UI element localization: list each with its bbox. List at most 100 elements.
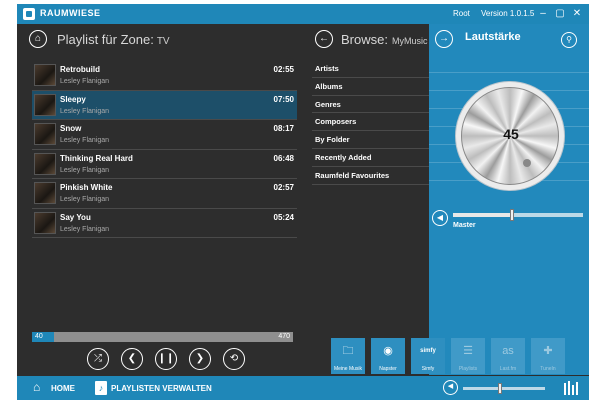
source-label: Meine Musik [333, 366, 363, 372]
source-button[interactable]: ◉ Napster [371, 338, 405, 374]
shuffle-button[interactable]: ⤮ [87, 348, 109, 370]
lastfm-icon: as [502, 345, 514, 357]
source-button[interactable]: ✚ TuneIn [531, 338, 565, 374]
speaker-icon[interactable]: ◀ [443, 380, 458, 395]
source-label: Playlists [458, 366, 478, 372]
simfy-icon: simfy [420, 348, 436, 354]
browse-title: Browse: MyMusic [341, 32, 427, 47]
equalizer-icon[interactable] [563, 380, 579, 396]
browse-list: Artists Albums Genres Composers By Folder Rec… [312, 60, 429, 185]
browse-item[interactable]: Artists [312, 60, 429, 78]
track-title: Sleepy [60, 94, 86, 104]
volume-knob-ring: 45 [455, 81, 565, 191]
album-cover [34, 64, 56, 86]
master-label: Master [453, 222, 476, 229]
volume-knob-indicator [523, 159, 531, 167]
source-button[interactable]: as Last.fm [491, 338, 525, 374]
nav-playlists-link[interactable]: PLAYLISTEN VERWALTEN [111, 384, 212, 393]
browse-item[interactable]: Raumfeld Favourites [312, 167, 429, 185]
album-cover [34, 123, 56, 145]
tunein-icon: ✚ [543, 345, 553, 357]
master-volume-thumb[interactable] [509, 209, 514, 221]
user-label: Root [453, 9, 470, 18]
browse-item[interactable]: By Folder [312, 131, 429, 149]
track-duration: 06:48 [273, 153, 294, 163]
app-title: RAUMWIESE [40, 8, 101, 18]
track-artist: Lesley Flanigan [60, 137, 110, 144]
app-logo-icon [23, 8, 35, 20]
arrow-left-icon[interactable]: ← [315, 30, 333, 48]
track-row[interactable]: Pinkish White Lesley Flanigan 02:57 [32, 179, 297, 209]
browse-item[interactable]: Albums [312, 78, 429, 96]
home-icon[interactable]: ⌂ [33, 381, 47, 394]
progress-position: 40 [35, 333, 43, 340]
minimize-button[interactable]: – [536, 7, 550, 21]
maximize-button[interactable]: ▢ [553, 7, 567, 21]
zone-name: TV [156, 36, 170, 47]
home-icon[interactable]: ⌂ [29, 30, 47, 48]
track-title: Snow [60, 124, 82, 133]
track-row[interactable]: Snow Lesley Flanigan 08:17 [32, 120, 297, 150]
track-title: Pinkish White [60, 183, 113, 192]
volume-value: 45 [503, 126, 519, 142]
track-duration: 02:55 [273, 65, 294, 74]
track-title: Say You [60, 212, 91, 222]
source-button[interactable]: simfy Simfy [411, 338, 445, 374]
nav-home-link[interactable]: HOME [51, 384, 75, 393]
version-label: Version 1.0.1.5 [481, 9, 535, 18]
source-label: Napster [379, 366, 397, 372]
divider [429, 72, 589, 73]
next-button[interactable]: ❯ [189, 348, 211, 370]
album-cover [34, 182, 56, 204]
play-pause-button[interactable]: ❙❙ [155, 348, 177, 370]
previous-button[interactable]: ❮ [121, 348, 143, 370]
source-button[interactable]: ☰ Playlists [451, 338, 485, 374]
app-window: RAUMWIESE Root Version 1.0.1.5 – ▢ ✕ ⌂ P… [17, 4, 589, 400]
track-title: Retrobuild [60, 65, 100, 74]
volume-title: Lautstärke [465, 31, 521, 43]
master-volume-fill [453, 213, 512, 217]
folder-music-icon: 🗀 [342, 345, 354, 357]
source-button[interactable]: 🗀 Meine Musik [331, 338, 365, 374]
close-button[interactable]: ✕ [570, 7, 584, 21]
search-icon[interactable]: ⚲ [561, 32, 577, 48]
progress-bar[interactable]: 40 470 [32, 332, 293, 342]
bottom-nav: ⌂ HOME ♪ PLAYLISTEN VERWALTEN ◀ [17, 376, 589, 400]
browse-header: ← Browse: MyMusic [315, 28, 429, 50]
track-artist: Lesley Flanigan [60, 107, 110, 115]
track-artist: Lesley Flanigan [60, 78, 110, 85]
track-duration: 02:57 [273, 183, 294, 192]
browse-item[interactable]: Recently Added [312, 149, 429, 167]
playlist-manage-icon[interactable]: ♪ [95, 381, 107, 395]
playlist-title: Playlist für Zone: TV [57, 32, 170, 47]
arrow-right-icon[interactable]: → [435, 30, 453, 48]
track-row[interactable]: Thinking Real Hard Lesley Flanigan 06:48 [32, 150, 297, 179]
progress-length: 470 [278, 333, 290, 340]
browse-title-text: Browse: [341, 32, 388, 47]
track-duration: 08:17 [273, 124, 294, 133]
volume-knob[interactable]: 45 [461, 87, 559, 185]
playlist-title-text: Playlist für Zone: [57, 32, 154, 47]
album-cover [34, 152, 56, 175]
track-row[interactable]: Sleepy Lesley Flanigan 07:50 [32, 90, 297, 120]
bottom-volume-thumb[interactable] [497, 383, 502, 394]
track-title: Thinking Real Hard [60, 153, 133, 163]
master-volume-slider[interactable] [453, 209, 583, 221]
bottom-volume-slider[interactable] [463, 383, 545, 394]
repeat-button[interactable]: ⟲ [223, 348, 245, 370]
source-label: TuneIn [540, 366, 556, 372]
speaker-icon[interactable]: ◀ [432, 210, 448, 226]
browse-item[interactable]: Composers [312, 113, 429, 132]
album-cover [34, 93, 56, 116]
browse-item[interactable]: Genres [312, 96, 429, 114]
track-duration: 05:24 [273, 212, 294, 222]
album-cover [34, 211, 56, 234]
volume-panel: → Lautstärke ⚲ 45 ◀ Master [429, 24, 589, 375]
source-label: Last.fm [499, 366, 517, 372]
track-row[interactable]: Retrobuild Lesley Flanigan 02:55 [32, 61, 297, 91]
track-artist: Lesley Flanigan [60, 196, 110, 203]
track-row[interactable]: Say You Lesley Flanigan 05:24 [32, 209, 297, 238]
track-artist: Lesley Flanigan [60, 225, 110, 233]
source-label: Simfy [421, 366, 435, 372]
playlist-icon: ☰ [463, 345, 473, 357]
